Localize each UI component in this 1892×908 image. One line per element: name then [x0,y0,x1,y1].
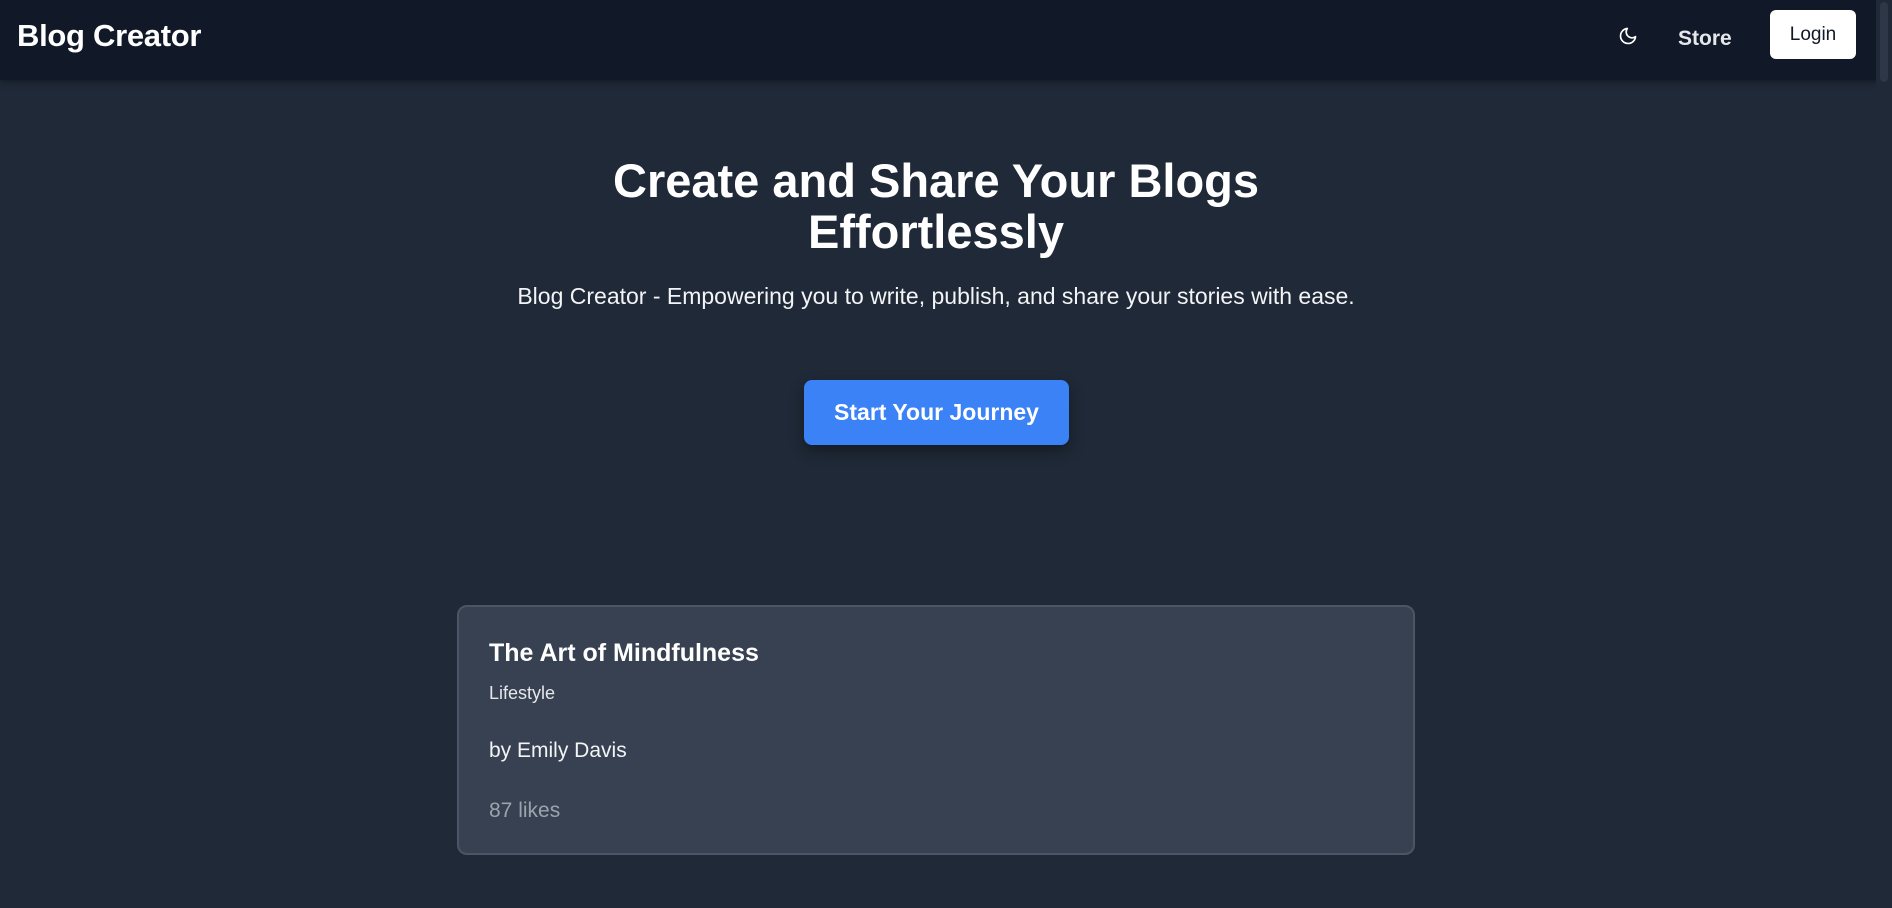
start-journey-button[interactable]: Start Your Journey [804,380,1069,445]
login-button[interactable]: Login [1770,10,1856,59]
hero-title: Create and Share Your Blogs Effortlessly [613,154,1259,258]
top-navbar: Blog Creator Store Login [0,0,1892,80]
brand-logo-text[interactable]: Blog Creator [17,18,201,54]
blog-card[interactable]: The Art of Mindfulness Lifestyle by Emil… [457,605,1415,855]
page-scrollbar[interactable] [1876,0,1892,908]
hero-section: Create and Share Your Blogs Effortlessly… [0,155,1872,314]
blog-card-title: The Art of Mindfulness [489,639,759,667]
hero-subtitle: Blog Creator - Empowering you to write, … [517,283,1355,309]
blog-card-likes: 87 likes [489,799,561,822]
store-link[interactable]: Store [1678,21,1732,57]
moon-icon [1618,26,1638,51]
page-scrollbar-thumb[interactable] [1880,2,1888,82]
blog-card-author: by Emily Davis [489,739,627,762]
blog-card-category: Lifestyle [489,683,556,703]
theme-toggle-button[interactable] [1610,20,1646,56]
